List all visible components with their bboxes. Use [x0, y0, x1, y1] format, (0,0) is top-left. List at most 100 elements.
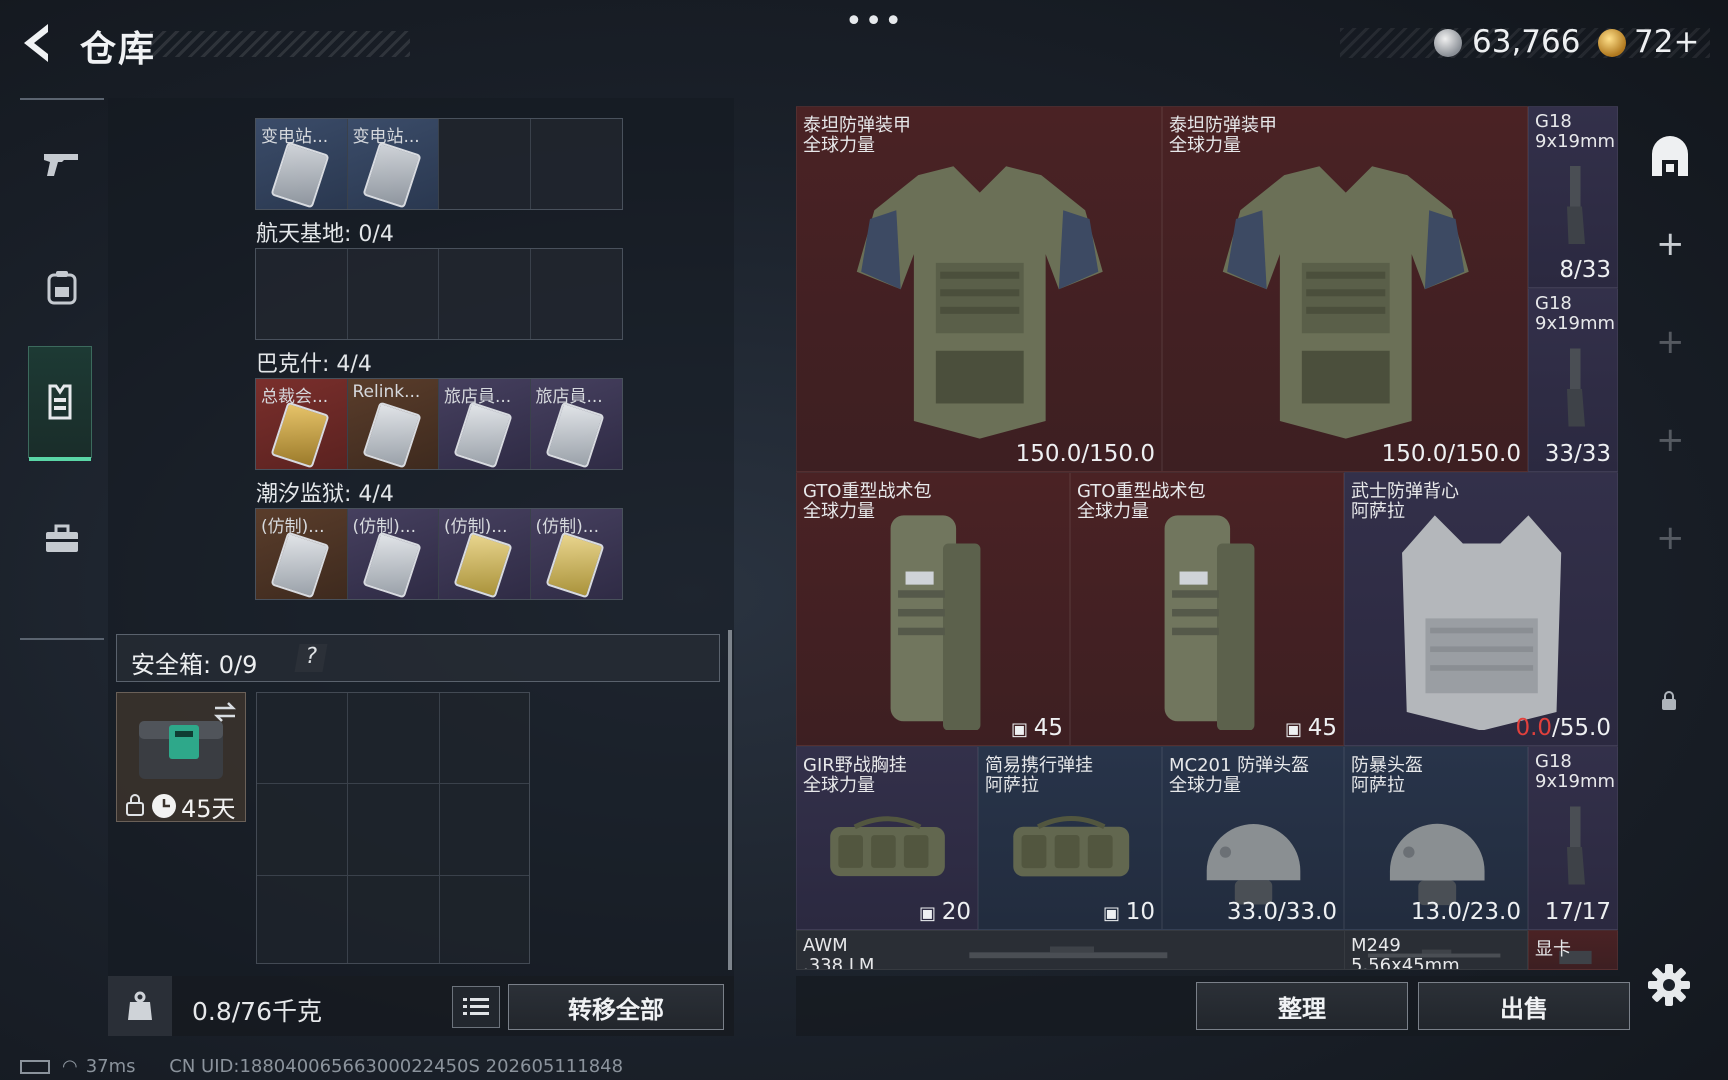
keycard-slot[interactable]: (仿制)... [530, 509, 622, 599]
stash-item-rifle[interactable]: M249 5.56x45mm [1344, 930, 1528, 970]
safebox-container-item[interactable]: 45天 [116, 692, 246, 823]
add-tab-button[interactable]: + [1656, 518, 1685, 558]
stash-item-rifle[interactable]: AWM .338 LM [796, 930, 1346, 970]
stash-item-armor[interactable]: 泰坦防弹装甲 全球力量 150.0/150.0 [1162, 106, 1528, 472]
keycard-icon [270, 531, 330, 599]
capacity-icon: ▣ [1010, 719, 1034, 740]
keycard-slot[interactable]: 旅店員... [530, 379, 622, 469]
inventory-scrollbar[interactable] [728, 630, 732, 970]
add-tab-button[interactable]: + [1656, 224, 1685, 264]
rifle-icon [969, 946, 1168, 959]
add-tab-button[interactable]: + [1656, 322, 1685, 362]
stash-item-rig[interactable]: GIR野战胸挂 全球力量 ▣ 20 [796, 746, 978, 930]
stash-item-card[interactable]: 显卡 [1528, 930, 1618, 970]
stash-item-pistol[interactable]: G18 9x19mm 17/17 [1528, 746, 1618, 930]
item-stat-value: 150.0/150.0 [1015, 441, 1155, 467]
wifi-icon: ◠ [62, 1056, 78, 1077]
stash-item-pack[interactable]: GTO重型战术包 全球力量 ▣ 45 [796, 472, 1070, 746]
pistol-icon [1566, 165, 1585, 244]
keycard-icon [544, 401, 605, 469]
nav-armor[interactable] [28, 346, 92, 461]
pistol-icon [1566, 806, 1585, 885]
stash-item-helmet[interactable]: MC201 防弹头盔 全球力量 33.0/33.0 [1162, 746, 1344, 930]
settings-button[interactable] [1646, 962, 1692, 1008]
keycard-grid-tideprison: (仿制)... (仿制)... (仿制)... (仿制)... [255, 508, 623, 600]
gold-balance[interactable]: 72+ [1634, 24, 1699, 60]
keycard-slot[interactable]: Relink... [347, 379, 439, 469]
keycard-slot-empty[interactable] [531, 249, 623, 339]
nav-weapons[interactable] [30, 108, 94, 218]
stash-item-pistol[interactable]: G18 9x19mm 8/33 [1528, 106, 1618, 288]
item-stat: 150.0/150.0 [1382, 441, 1521, 467]
keycard-slot-empty[interactable] [348, 249, 439, 339]
keycard-icon [270, 401, 330, 469]
item-stat-value: 45 [1307, 715, 1337, 741]
safebox-duration: 45天 [181, 795, 236, 823]
backpack-icon [1164, 515, 1255, 731]
item-stat-value: 8/33 [1559, 257, 1611, 283]
item-subtitle: 全球力量 [1169, 135, 1241, 156]
stash-item-helmet[interactable]: 防暴头盔 阿萨拉 13.0/23.0 [1344, 746, 1528, 930]
keycard-icon [544, 531, 605, 599]
keycard-slot-empty[interactable] [439, 249, 531, 339]
keycard-slot[interactable]: 变电站... [347, 119, 439, 209]
stash-item-rig[interactable]: 简易携行弹挂 阿萨拉 ▣ 10 [978, 746, 1162, 930]
back-button[interactable] [18, 20, 58, 66]
item-name: M249 [1351, 935, 1401, 956]
pistol-icon [1566, 348, 1585, 427]
transfer-all-button[interactable]: 转移全部 [508, 984, 724, 1030]
carry-weight: 0.8/76千克 [192, 997, 322, 1026]
keycard-icon [453, 531, 513, 599]
keycard-slot[interactable]: (仿制)... [347, 509, 439, 599]
item-stat: ▣ 10 [1103, 899, 1155, 925]
safebox-grid[interactable] [256, 692, 530, 964]
stash-item-vest[interactable]: 武士防弹背心 阿萨拉 0.0/55.0 [1344, 472, 1618, 746]
item-subtitle: 阿萨拉 [985, 775, 1039, 796]
keycard-icon [361, 531, 422, 599]
keycard-slot-empty[interactable] [531, 119, 623, 209]
item-stat-value: 10 [1125, 899, 1155, 925]
item-stat: 17/17 [1545, 899, 1611, 925]
warehouse-icon[interactable] [1648, 136, 1692, 178]
help-button[interactable]: ? [294, 644, 328, 672]
stash-item-pack[interactable]: GTO重型战术包 全球力量 ▣ 45 [1070, 472, 1344, 746]
keycard-slot[interactable]: 旅店員... [439, 379, 531, 469]
item-name: G18 [1535, 751, 1572, 772]
keycard-slot[interactable]: 变电站... [256, 119, 348, 209]
keycard-icon [453, 401, 513, 469]
list-view-button[interactable] [452, 986, 500, 1028]
sort-button[interactable]: 整理 [1196, 982, 1408, 1030]
add-tab-button[interactable]: + [1656, 420, 1685, 460]
lock-icon [1662, 691, 1676, 710]
more-menu-button[interactable]: ••• [845, 4, 904, 39]
keycard-slot[interactable]: (仿制)... [256, 509, 348, 599]
uid-text: CN UID:18804006566300022450S 20260511184… [169, 1056, 624, 1077]
item-subtitle: 9x19mm [1535, 313, 1616, 334]
item-subtitle: 全球力量 [803, 501, 875, 522]
item-stat: 33/33 [1545, 441, 1611, 467]
stash-item-armor[interactable]: 泰坦防弹装甲 全球力量 150.0/150.0 [796, 106, 1162, 472]
item-stat: ▣ 45 [1011, 715, 1063, 741]
sell-button[interactable]: 出售 [1418, 982, 1630, 1030]
swap-icon[interactable] [211, 701, 239, 723]
nav-backpack[interactable] [30, 232, 94, 342]
keycard-icon [361, 141, 422, 209]
keycard-slot-empty[interactable] [439, 119, 531, 209]
keycard-slot-empty[interactable] [256, 249, 348, 339]
item-stat: 8/33 [1559, 257, 1611, 283]
item-subtitle: .338 LM [803, 955, 875, 970]
keycard-slot[interactable]: (仿制)... [439, 509, 531, 599]
nav-toolbox[interactable] [30, 484, 94, 594]
keycard-slot[interactable]: 总裁会... [256, 379, 348, 469]
item-stat: 0.0/55.0 [1515, 715, 1611, 741]
item-subtitle: 5.56x45mm [1351, 955, 1460, 970]
durability-current: 0.0 [1515, 715, 1553, 741]
category-nav [20, 98, 104, 640]
section-label: 航天基地: 0/4 [256, 222, 394, 247]
item-subtitle: 全球力量 [1077, 501, 1149, 522]
gun-icon [44, 154, 78, 176]
ping: 37ms [85, 1056, 136, 1077]
slot-icon: ▣ [918, 903, 942, 924]
stash-item-pistol[interactable]: G18 9x19mm 33/33 [1528, 288, 1618, 472]
weight-lock-button[interactable] [108, 976, 172, 1036]
